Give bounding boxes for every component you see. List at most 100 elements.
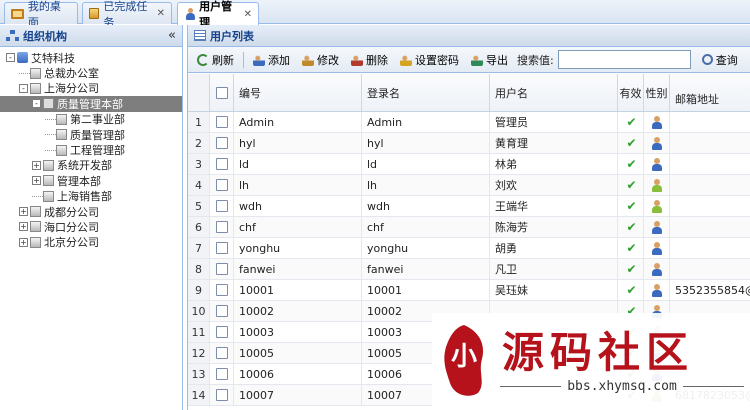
row-checkbox[interactable] [215, 305, 228, 317]
row-number: 5 [188, 196, 210, 216]
row-select-cell[interactable] [210, 364, 234, 384]
expand-toggle-icon[interactable]: + [32, 176, 41, 186]
tree-node[interactable]: - 艾特科技 [0, 50, 182, 65]
column-header-sex[interactable]: 性别 [644, 74, 670, 111]
cell-valid: ✔ [618, 112, 644, 132]
row-select-cell[interactable] [210, 343, 234, 363]
row-select-cell[interactable] [210, 280, 234, 300]
tab-user-management[interactable]: 用户管理 ✕ [177, 0, 259, 29]
row-checkbox[interactable] [215, 347, 228, 359]
table-row[interactable]: 9 10001 10001 吴珏妹 ✔ 5352355854@ [188, 280, 750, 301]
add-button[interactable]: 添加 [248, 50, 295, 70]
cell-login: wdh [362, 196, 490, 216]
row-select-cell[interactable] [210, 301, 234, 321]
row-select-cell[interactable] [210, 175, 234, 195]
row-select-cell[interactable] [210, 112, 234, 132]
tree-node-label: 总裁办公室 [44, 67, 99, 81]
delete-button[interactable]: 删除 [346, 50, 393, 70]
row-select-cell[interactable] [210, 238, 234, 258]
row-select-cell[interactable] [210, 196, 234, 216]
refresh-button[interactable]: 刷新 [192, 50, 239, 70]
cell-email [670, 217, 750, 237]
expand-toggle-icon[interactable]: + [32, 160, 41, 170]
select-all-header[interactable] [210, 74, 234, 111]
column-header-email[interactable]: 邮箱地址 [670, 74, 750, 111]
tree-node[interactable]: 上海销售部 [0, 189, 182, 204]
department-icon [30, 82, 41, 94]
tree-node[interactable]: + 北京分公司 [0, 235, 182, 250]
tree-node-label: 质量管理本部 [57, 97, 123, 111]
query-button[interactable]: 查询 [697, 50, 743, 70]
tree-connector [32, 195, 43, 197]
tab-bar: 我的桌面 已完成任务 ✕ 用户管理 ✕ [0, 0, 750, 29]
row-number: 3 [188, 154, 210, 174]
cell-email: 5352355854@ [675, 283, 750, 297]
row-checkbox[interactable] [215, 179, 228, 191]
tab-completed-tasks[interactable]: 已完成任务 ✕ [82, 0, 172, 29]
expand-toggle-icon[interactable]: + [19, 222, 28, 232]
table-row[interactable]: 5 wdh wdh 王端华 ✔ [188, 196, 750, 217]
tab-my-desktop[interactable]: 我的桌面 [4, 0, 78, 29]
cell-code: 10001 [234, 280, 362, 300]
tree-node[interactable]: - 上海分公司 [0, 81, 182, 96]
row-number: 4 [188, 175, 210, 195]
tree-node[interactable]: + 管理本部 [0, 173, 182, 188]
row-select-cell[interactable] [210, 133, 234, 153]
tree-node[interactable]: + 海口分公司 [0, 219, 182, 234]
column-header-name[interactable]: 用户名 [490, 74, 618, 111]
collapse-toggle-icon[interactable]: - [19, 83, 28, 93]
row-checkbox[interactable] [215, 263, 228, 275]
row-checkbox[interactable] [215, 221, 228, 233]
tree-node[interactable]: 总裁办公室 [0, 65, 182, 80]
collapse-toggle-icon[interactable]: - [32, 99, 41, 109]
row-select-cell[interactable] [210, 154, 234, 174]
close-icon[interactable]: ✕ [244, 9, 252, 20]
table-row[interactable]: 3 ld ld 林弟 ✔ [188, 154, 750, 175]
table-row[interactable]: 6 chf chf 陈海芳 ✔ [188, 217, 750, 238]
cell-login: yonghu [362, 238, 490, 258]
export-button[interactable]: 导出 [466, 50, 513, 70]
row-select-cell[interactable] [210, 385, 234, 405]
column-header-code[interactable]: 编号 [234, 74, 362, 111]
user-list-title: 用户列表 [210, 29, 254, 43]
table-row[interactable]: 4 lh lh 刘欢 ✔ [188, 175, 750, 196]
row-checkbox[interactable] [215, 200, 228, 212]
expand-toggle-icon[interactable]: + [19, 237, 28, 247]
tree-node[interactable]: 工程管理部 [0, 142, 182, 157]
row-checkbox[interactable] [215, 116, 228, 128]
department-icon [43, 159, 54, 171]
row-checkbox[interactable] [215, 158, 228, 170]
org-chart-icon [6, 29, 19, 42]
table-row[interactable]: 2 hyl hyl 黄育理 ✔ [188, 133, 750, 154]
edit-button[interactable]: 修改 [297, 50, 344, 70]
set-password-button[interactable]: 设置密码 [395, 50, 464, 70]
row-checkbox[interactable] [215, 284, 228, 296]
row-checkbox[interactable] [215, 326, 228, 338]
tree-node[interactable]: - 质量管理本部 [0, 96, 182, 112]
row-checkbox[interactable] [215, 368, 228, 380]
expand-toggle-icon[interactable]: + [19, 207, 28, 217]
tree-node[interactable]: 质量管理部 [0, 127, 182, 142]
table-row[interactable]: 7 yonghu yonghu 胡勇 ✔ [188, 238, 750, 259]
collapse-icon[interactable]: « [168, 28, 176, 43]
tree-node[interactable]: 第二事业部 [0, 112, 182, 127]
close-icon[interactable]: ✕ [157, 8, 165, 19]
row-select-cell[interactable] [210, 259, 234, 279]
column-header-valid[interactable]: 有效 [618, 74, 644, 111]
cell-name: 管理员 [490, 112, 618, 132]
row-checkbox[interactable] [215, 242, 228, 254]
column-header-login[interactable]: 登录名 [362, 74, 490, 111]
table-row[interactable]: 8 fanwei fanwei 凡卫 ✔ [188, 259, 750, 280]
collapse-toggle-icon[interactable]: - [6, 53, 15, 63]
row-select-cell[interactable] [210, 217, 234, 237]
row-select-cell[interactable] [210, 322, 234, 342]
male-user-icon [651, 157, 663, 171]
row-checkbox[interactable] [215, 389, 228, 401]
table-row[interactable]: 1 Admin Admin 管理员 ✔ [188, 112, 750, 133]
tree-node[interactable]: + 成都分公司 [0, 204, 182, 219]
cell-email [670, 133, 750, 153]
search-input[interactable] [557, 50, 691, 69]
select-all-checkbox[interactable] [215, 86, 228, 99]
row-checkbox[interactable] [215, 137, 228, 149]
tree-node[interactable]: + 系统开发部 [0, 158, 182, 173]
